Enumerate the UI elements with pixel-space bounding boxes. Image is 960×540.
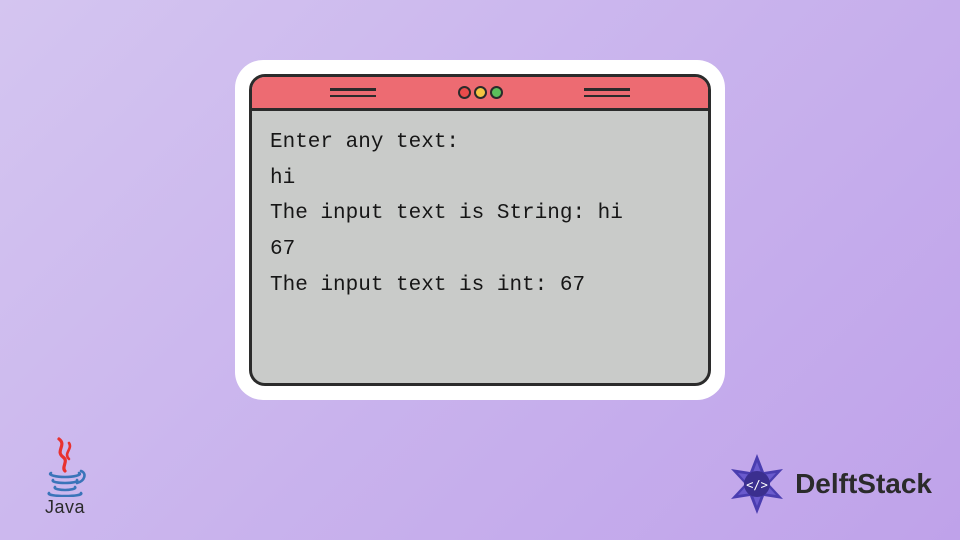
delftstack-label: DelftStack: [795, 468, 932, 500]
terminal-body: Enter any text: hi The input text is Str…: [252, 111, 708, 383]
terminal-line: The input text is String: hi: [270, 196, 690, 232]
close-icon: [458, 86, 471, 99]
terminal-line: hi: [270, 161, 690, 197]
terminal-line: 67: [270, 232, 690, 268]
terminal-titlebar: [252, 77, 708, 111]
delftstack-logo: </> DelftStack: [725, 452, 932, 516]
java-label: Java: [45, 497, 85, 518]
terminal-inner: Enter any text: hi The input text is Str…: [249, 74, 711, 386]
minimize-icon: [474, 86, 487, 99]
terminal-line: The input text is int: 67: [270, 268, 690, 304]
java-icon: [41, 437, 89, 497]
terminal-window: Enter any text: hi The input text is Str…: [235, 60, 725, 400]
titlebar-deco-right: [584, 88, 630, 97]
maximize-icon: [490, 86, 503, 99]
terminal-line: Enter any text:: [270, 125, 690, 161]
titlebar-deco-left: [330, 88, 376, 97]
traffic-lights: [458, 86, 503, 99]
svg-text:</>: </>: [746, 478, 768, 492]
java-logo: Java: [30, 437, 100, 518]
delftstack-icon: </>: [725, 452, 789, 516]
